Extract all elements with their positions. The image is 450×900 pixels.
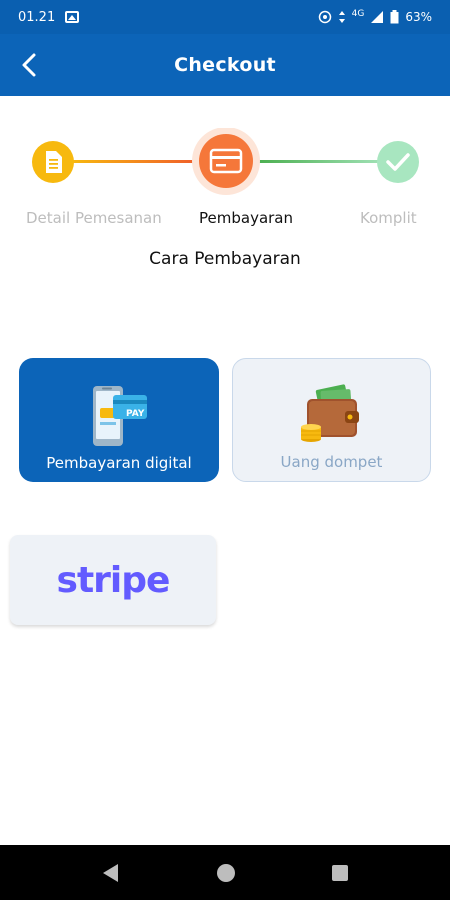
step-connector-2: [258, 160, 378, 163]
app-bar: Checkout: [0, 34, 450, 96]
step-label-pembayaran: Pembayaran: [199, 209, 293, 227]
payment-method-label: Uang dompet: [280, 453, 383, 471]
section-title: Cara Pembayaran: [149, 249, 301, 269]
svg-text:PAY: PAY: [126, 409, 145, 419]
chevron-left-icon: [22, 53, 36, 77]
payment-method-label: Pembayaran digital: [46, 454, 192, 472]
step-connector-1: [70, 160, 194, 163]
step-label-komplit: Komplit: [360, 209, 417, 227]
system-navigation-bar: [0, 845, 450, 900]
step-label-detail-pemesanan: Detail Pemesanan: [26, 209, 162, 227]
battery-icon: [390, 10, 399, 24]
nav-recents-icon[interactable]: [329, 862, 351, 884]
nav-back-icon[interactable]: [100, 862, 122, 884]
status-bar: 01.21 4G 63%: [0, 0, 450, 34]
stripe-logo: stripe: [56, 559, 171, 601]
payment-method-digital[interactable]: PAY Pembayaran digital: [19, 358, 219, 482]
step-detail-pemesanan-icon: [32, 141, 74, 183]
data-arrows-icon: [338, 11, 345, 23]
battery-level: 63%: [405, 10, 432, 24]
image-notification-icon: [65, 11, 80, 23]
wallet-icon: [300, 384, 359, 442]
status-left: 01.21: [18, 9, 80, 25]
nav-home-icon[interactable]: [215, 862, 237, 884]
signal-icon: [371, 11, 384, 23]
back-button[interactable]: [14, 50, 44, 80]
checkout-stepper: [32, 128, 419, 195]
stripe-gateway-button[interactable]: stripe: [10, 535, 216, 625]
page-title: Checkout: [174, 54, 276, 76]
step-pembayaran-icon: [192, 128, 260, 195]
status-time: 01.21: [18, 9, 56, 25]
network-type: 4G: [351, 9, 365, 19]
hotspot-icon: [318, 10, 331, 24]
phone-pay-icon: PAY: [93, 386, 147, 446]
step-komplit-icon: [377, 141, 419, 183]
payment-method-wallet[interactable]: Uang dompet: [232, 358, 431, 482]
status-right: 4G 63%: [318, 9, 432, 24]
